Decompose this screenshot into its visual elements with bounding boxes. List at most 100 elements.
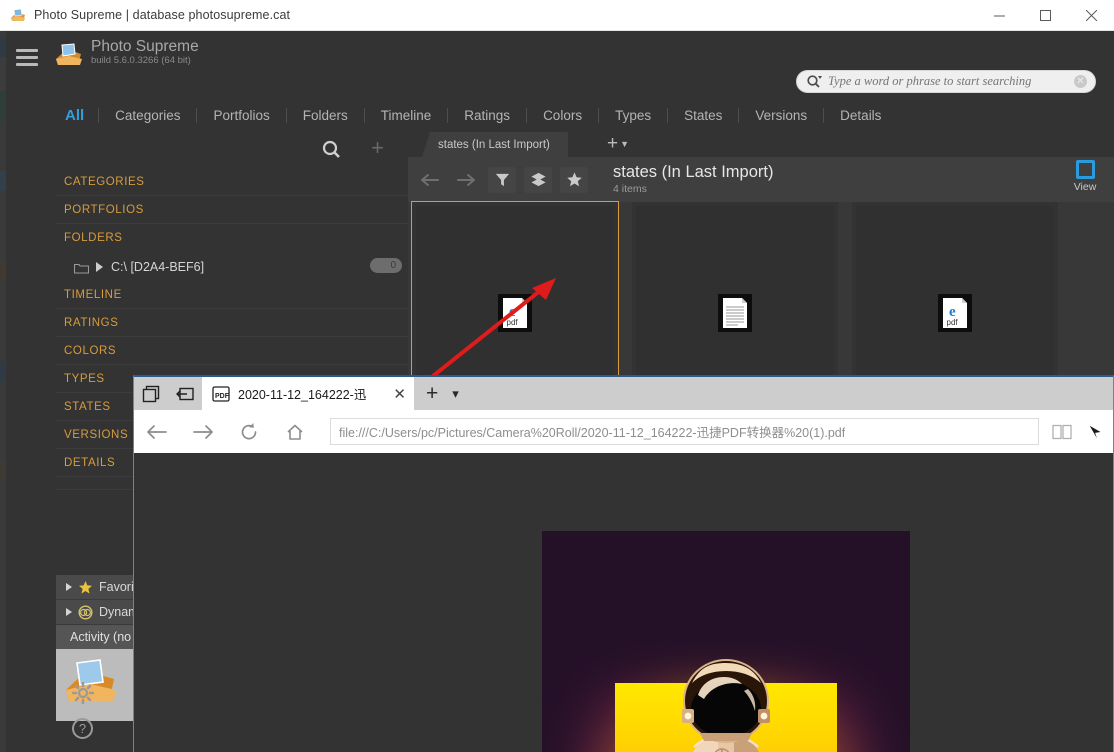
chevron-down-icon[interactable]: ▾ (452, 386, 459, 402)
pdf-file-icon: e pdf (938, 294, 972, 332)
main-nav: All Categories Portfolios Folders Timeli… (55, 101, 897, 129)
gear-icon[interactable] (72, 682, 94, 704)
back-button[interactable] (416, 167, 444, 193)
content-header: states (In Last Import) 4 items (613, 162, 773, 196)
close-button[interactable] (1068, 0, 1114, 31)
sidebar-folder-label: C:\ [D2A4-BEF6] (111, 260, 204, 274)
nav-item-states[interactable]: States (668, 108, 738, 123)
search-input[interactable] (822, 74, 1074, 89)
astronaut-illustration: 下载吧 www.xiazaiba.com (542, 531, 910, 752)
clear-search-icon[interactable]: ✕ (1074, 75, 1087, 88)
triangle-right-icon[interactable] (96, 262, 103, 272)
sidebar-folder-row[interactable]: C:\ [D2A4-BEF6] 0 (56, 252, 408, 281)
browser-tab[interactable]: PDF 2020-11-12_164222-迅 ✕ (202, 377, 414, 410)
page-title: states (In Last Import) (613, 162, 773, 183)
triangle-right-icon[interactable] (66, 608, 72, 616)
browser-url-text: file:///C:/Users/pc/Pictures/Camera%20Ro… (339, 422, 845, 441)
minimize-button[interactable] (976, 0, 1022, 31)
sidebar-item-portfolios[interactable]: PORTFOLIOS (56, 196, 408, 224)
global-search-box[interactable]: ✕ (796, 70, 1096, 93)
nav-item-colors[interactable]: Colors (527, 108, 598, 123)
forward-button[interactable] (452, 167, 480, 193)
dynamic-icon (78, 605, 93, 620)
photo-supreme-icon (10, 7, 26, 23)
sidebar-item-label: PORTFOLIOS (64, 204, 144, 216)
view-square-icon (1076, 160, 1095, 179)
sidebar-item-label: TIMELINE (64, 289, 122, 301)
screen-root: Photo Supreme | database photosupreme.ca… (0, 0, 1114, 752)
folder-count-badge: 0 (370, 258, 402, 273)
close-icon[interactable]: ✕ (393, 385, 406, 403)
sidebar-favorites-label: Favorit (99, 580, 137, 594)
tab-overview-icon[interactable] (134, 377, 168, 410)
nav-item-versions[interactable]: Versions (739, 108, 823, 123)
nav-item-ratings[interactable]: Ratings (448, 108, 526, 123)
plus-icon[interactable]: + (371, 136, 384, 160)
app-brand-name: Photo Supreme (91, 38, 199, 55)
reading-view-icon[interactable] (1045, 410, 1079, 453)
sidebar-item-ratings[interactable]: RATINGS (56, 309, 408, 337)
star-filter-button[interactable] (560, 167, 588, 193)
content-tab-states[interactable]: states (In Last Import) (422, 132, 568, 157)
sidebar-item-label: COLORS (64, 345, 116, 357)
search-icon[interactable] (318, 138, 346, 162)
filter-button[interactable] (488, 167, 516, 193)
nav-item-types[interactable]: Types (599, 108, 667, 123)
text-file-icon (718, 294, 752, 332)
star-icon (78, 580, 93, 595)
triangle-right-icon[interactable] (66, 583, 72, 591)
new-tab-button[interactable]: + (426, 382, 438, 406)
window-titlebar: Photo Supreme | database photosupreme.ca… (0, 0, 1114, 31)
sidebar-toolbar: + (56, 132, 408, 168)
nav-item-categories[interactable]: Categories (99, 108, 196, 123)
thumbnail-cell-1[interactable]: e pdf ...2-迅捷PDF转换器 (1).pdf 0 (412, 202, 618, 402)
browser-content: 下载吧 www.xiazaiba.com (134, 453, 1113, 752)
browser-home-button[interactable] (272, 410, 318, 453)
sidebar-item-categories[interactable]: CATEGORIES (56, 168, 408, 196)
svg-text:pdf: pdf (507, 318, 519, 327)
browser-forward-button[interactable] (180, 410, 226, 453)
sidebar-item-colors[interactable]: COLORS (56, 337, 408, 365)
app-brand-build: build 5.6.0.3266 (64 bit) (91, 55, 199, 67)
set-aside-tabs-icon[interactable] (168, 377, 202, 410)
nav-item-timeline[interactable]: Timeline (365, 108, 448, 123)
thumbnail-image (636, 206, 834, 378)
nav-item-folders[interactable]: Folders (287, 108, 364, 123)
add-tab-button[interactable]: +▼ (607, 133, 629, 155)
nav-item-portfolios[interactable]: Portfolios (197, 108, 285, 123)
thumbnail-image (416, 206, 614, 378)
browser-url-bar[interactable]: file:///C:/Users/pc/Pictures/Camera%20Ro… (330, 418, 1039, 445)
sidebar-item-label: STATES (64, 401, 111, 413)
nav-item-all[interactable]: All (55, 107, 98, 124)
page-subtitle: 4 items (613, 183, 773, 196)
pen-icon[interactable] (1079, 410, 1113, 453)
maximize-button[interactable] (1022, 0, 1068, 31)
sidebar-item-folders[interactable]: FOLDERS (56, 224, 408, 252)
browser-back-button[interactable] (134, 410, 180, 453)
pdf-icon: PDF (212, 385, 230, 403)
content-tabstrip: states (In Last Import) +▼ (408, 132, 1114, 157)
thumbnail-cell-3[interactable]: e pdf ...4222-迅捷PDF转换器.pdf 0 (852, 202, 1058, 402)
activity-label: Activity (no p (70, 630, 142, 644)
chevron-down-icon[interactable]: ▼ (620, 139, 629, 149)
help-icon[interactable]: ? (72, 718, 93, 739)
browser-reload-button[interactable] (226, 410, 272, 453)
sidebar-item-label: VERSIONS (64, 429, 128, 441)
browser-tabbar: PDF 2020-11-12_164222-迅 ✕ + ▾ (134, 377, 1113, 410)
view-button-label: View (1066, 181, 1104, 193)
browser-window: PDF 2020-11-12_164222-迅 ✕ + ▾ (133, 375, 1114, 752)
view-button[interactable]: View (1066, 160, 1104, 193)
sidebar-item-label: TYPES (64, 373, 105, 385)
content-toolbar: states (In Last Import) 4 items View (408, 157, 1114, 202)
nav-item-details[interactable]: Details (824, 108, 897, 123)
app-brand-text: Photo Supreme build 5.6.0.3266 (64 bit) (91, 38, 199, 67)
magnifier-icon (806, 74, 822, 90)
app-brand: Photo Supreme build 5.6.0.3266 (64 bit) (55, 38, 199, 67)
thumbnail-cell-2[interactable]: ...22-迅捷PDF转换器 (1).txt 0 (632, 202, 838, 402)
sidebar-item-label: FOLDERS (64, 232, 123, 244)
hamburger-icon[interactable] (16, 49, 38, 65)
svg-text:pdf: pdf (947, 318, 959, 327)
sidebar-item-timeline[interactable]: TIMELINE (56, 281, 408, 309)
stack-button[interactable] (524, 167, 552, 193)
browser-tab-title: 2020-11-12_164222-迅 (238, 384, 387, 403)
